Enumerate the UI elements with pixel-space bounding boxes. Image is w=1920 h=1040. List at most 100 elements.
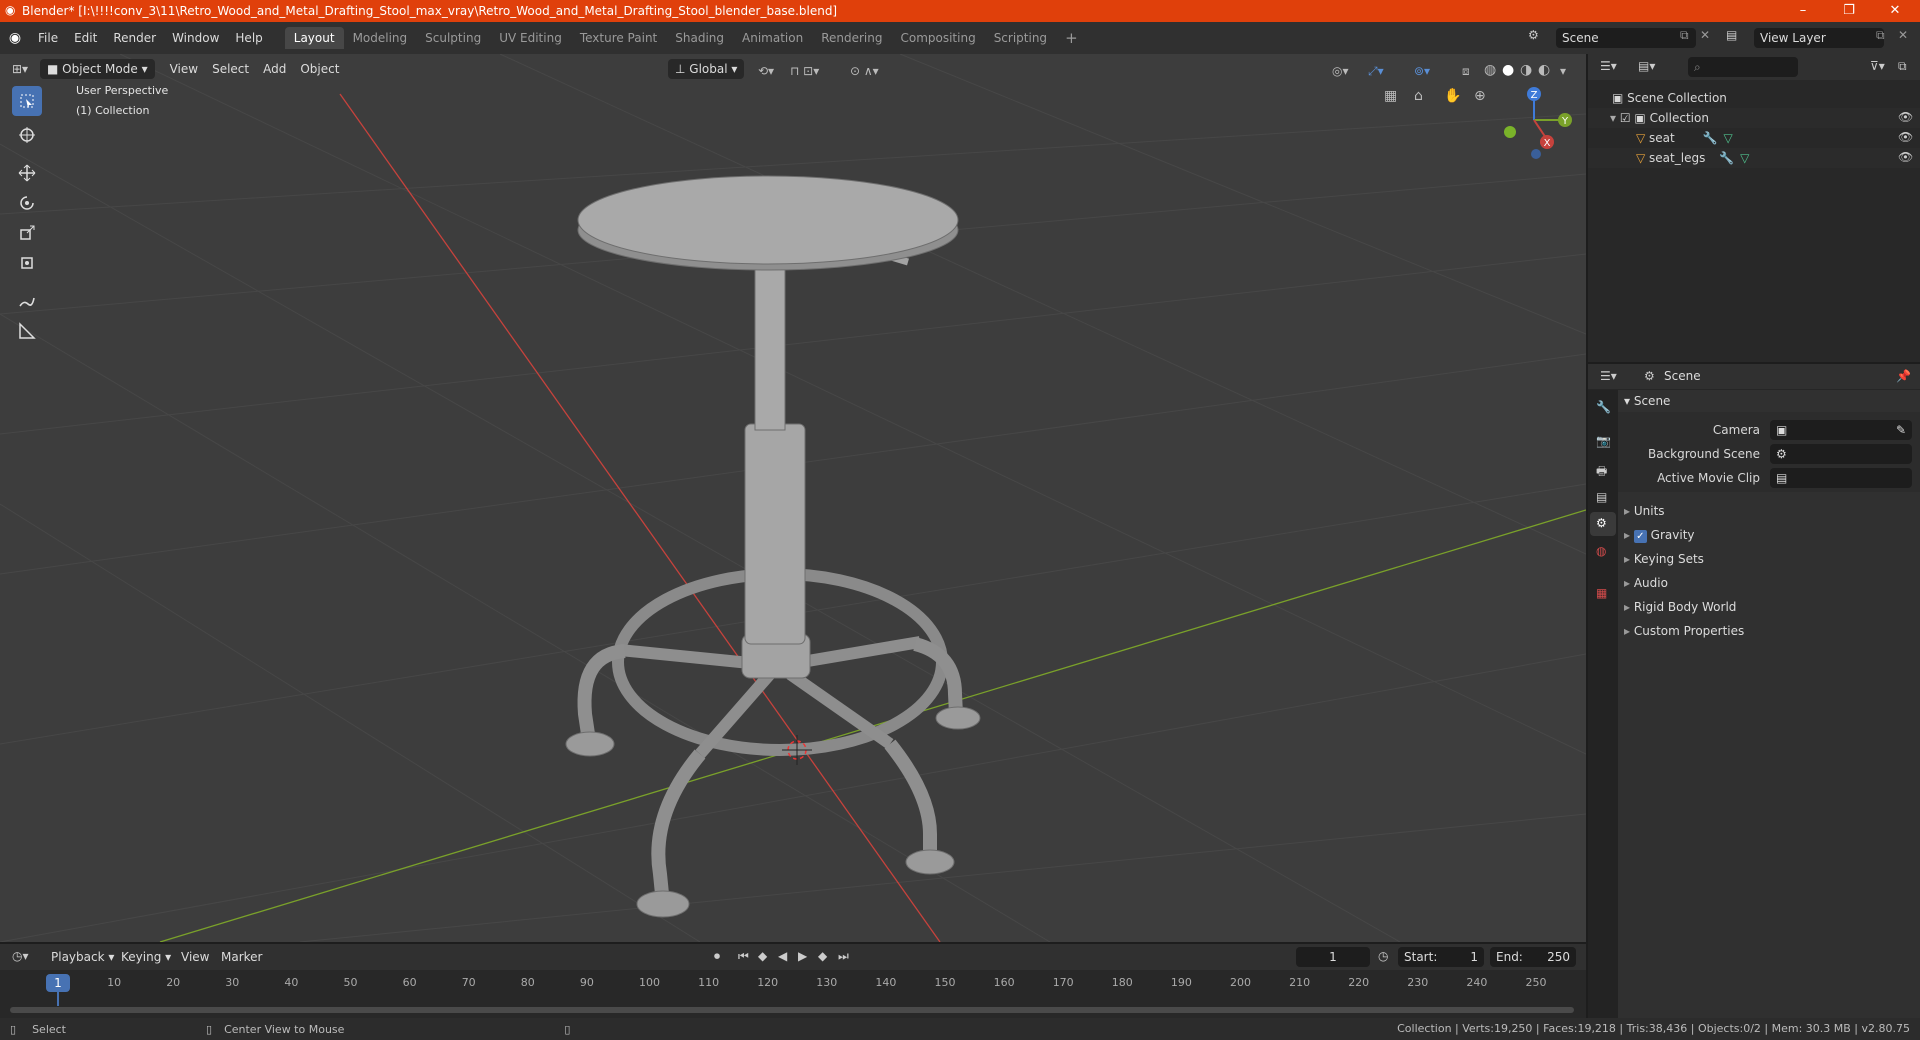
- current-frame-field[interactable]: 1: [1296, 947, 1370, 967]
- shading-solid-icon[interactable]: ●: [1502, 62, 1514, 78]
- minimize-button[interactable]: –: [1780, 0, 1826, 22]
- mode-dropdown[interactable]: ■ Object Mode ▾: [40, 59, 155, 79]
- record-icon[interactable]: ⏺: [714, 949, 720, 964]
- collection-visibility-eye-icon[interactable]: 👁: [1898, 110, 1913, 124]
- add-workspace-icon[interactable]: +: [1056, 27, 1087, 49]
- timeline-scrollbar[interactable]: [10, 1007, 1574, 1013]
- pin-icon[interactable]: 📌: [1896, 369, 1911, 383]
- camera-view-icon[interactable]: ⌂: [1414, 88, 1423, 104]
- timeline-editor-icon[interactable]: ◷▾: [12, 949, 29, 963]
- overlays-icon[interactable]: ⊚▾: [1414, 64, 1430, 78]
- custom-properties-panel-header[interactable]: ▸ Custom Properties: [1618, 620, 1918, 642]
- menu-edit[interactable]: Edit: [66, 27, 105, 49]
- menu-keying[interactable]: Keying ▾: [114, 947, 178, 967]
- output-tab-icon[interactable]: 🖶: [1596, 462, 1607, 483]
- tab-sculpting[interactable]: Sculpting: [416, 27, 490, 49]
- delete-scene-icon[interactable]: ✕: [1700, 28, 1710, 42]
- menu-marker[interactable]: Marker: [214, 947, 269, 967]
- view-layer-selector[interactable]: View Layer: [1754, 28, 1884, 48]
- menu-render[interactable]: Render: [105, 27, 164, 49]
- active-movie-clip-field[interactable]: ▤: [1770, 468, 1912, 488]
- rotate-tool-icon[interactable]: [12, 188, 42, 218]
- menu-select[interactable]: Select: [205, 59, 256, 79]
- properties-editor-icon[interactable]: ☰▾: [1600, 369, 1617, 383]
- gravity-checkbox[interactable]: ✓: [1633, 530, 1647, 543]
- new-scene-icon[interactable]: ⧉: [1680, 28, 1689, 43]
- audio-panel-header[interactable]: ▸ Audio: [1618, 572, 1918, 594]
- outliner-item-collection[interactable]: ▾ ☑ ▣ Collection: [1610, 108, 1709, 128]
- scene-section-header[interactable]: ▾ Scene: [1618, 390, 1918, 412]
- outliner-editor-icon[interactable]: ☰▾: [1600, 59, 1617, 73]
- display-mode-icon[interactable]: ▤▾: [1638, 59, 1655, 73]
- scene-icon[interactable]: ⚙: [1528, 28, 1539, 42]
- gravity-panel-header[interactable]: ▸ ✓ Gravity: [1618, 524, 1918, 546]
- jump-keyframe-back-icon[interactable]: ◆: [758, 949, 767, 963]
- outliner-item-scene-collection[interactable]: ▣ Scene Collection: [1612, 88, 1727, 108]
- tab-modeling[interactable]: Modeling: [344, 27, 417, 49]
- blender-menu-icon[interactable]: ◉: [0, 30, 30, 46]
- shading-material-icon[interactable]: ◑: [1520, 62, 1532, 78]
- tab-scripting[interactable]: Scripting: [985, 27, 1056, 49]
- tab-shading[interactable]: Shading: [666, 27, 733, 49]
- outliner-item-seat[interactable]: ▽ seat 🔧 ▽: [1636, 128, 1733, 148]
- snap-icon[interactable]: ⊓ ⊡▾: [790, 64, 819, 78]
- keying-sets-panel-header[interactable]: ▸ Keying Sets: [1618, 548, 1918, 570]
- tab-layout[interactable]: Layout: [284, 27, 344, 49]
- menu-view[interactable]: View: [174, 947, 216, 967]
- menu-add[interactable]: Add: [256, 59, 293, 79]
- playhead[interactable]: 1: [46, 974, 70, 992]
- units-panel-header[interactable]: ▸ Units: [1618, 500, 1918, 522]
- proportional-edit-icon[interactable]: ⊙ ∧▾: [850, 64, 879, 78]
- view-layer-tab-icon[interactable]: ▤: [1596, 490, 1607, 504]
- texture-tab-icon[interactable]: ▦: [1596, 586, 1607, 600]
- measure-tool-icon[interactable]: [12, 316, 42, 346]
- outliner-search-input[interactable]: ⌕: [1688, 57, 1798, 77]
- view-layer-icon[interactable]: ▤: [1726, 28, 1737, 42]
- maximize-button[interactable]: ❐: [1826, 0, 1872, 22]
- filter-icon[interactable]: ⊽▾: [1870, 59, 1885, 73]
- pivot-point-icon[interactable]: ⟲▾: [758, 64, 774, 78]
- seat-legs-visibility-eye-icon[interactable]: 👁: [1898, 150, 1913, 164]
- move-tool-icon[interactable]: [12, 158, 42, 188]
- tab-uv-editing[interactable]: UV Editing: [490, 27, 571, 49]
- rigid-body-world-panel-header[interactable]: ▸ Rigid Body World: [1618, 596, 1918, 618]
- tab-animation[interactable]: Animation: [733, 27, 812, 49]
- scene-tab-icon[interactable]: ⚙: [1596, 516, 1607, 530]
- shading-options-icon[interactable]: ▾: [1560, 64, 1566, 78]
- new-collection-icon[interactable]: ⧉: [1898, 59, 1907, 74]
- tab-compositing[interactable]: Compositing: [891, 27, 984, 49]
- jump-end-icon[interactable]: ⏭: [838, 949, 849, 964]
- frame-ruler[interactable]: 10 20 30 40 50 60 70 80 90 100 110 120 130 140 150 160 1…: [0, 974, 1586, 994]
- render-tab-icon[interactable]: 📷: [1596, 434, 1611, 448]
- seat-visibility-eye-icon[interactable]: 👁: [1898, 130, 1913, 144]
- world-tab-icon[interactable]: ◍: [1596, 544, 1606, 558]
- camera-field[interactable]: ▣ ✎: [1770, 420, 1912, 440]
- close-button[interactable]: ✕: [1872, 0, 1918, 22]
- shading-wireframe-icon[interactable]: ◍: [1484, 62, 1496, 78]
- zoom-icon[interactable]: ⊕: [1474, 88, 1486, 104]
- xray-icon[interactable]: ⧈: [1462, 64, 1470, 79]
- checkbox-icon[interactable]: ☑: [1620, 111, 1635, 125]
- menu-object[interactable]: Object: [293, 59, 346, 79]
- menu-window[interactable]: Window: [164, 27, 227, 49]
- menu-view[interactable]: View: [163, 59, 205, 79]
- editor-type-icon[interactable]: ⊞▾: [0, 62, 40, 76]
- end-frame-field[interactable]: End: 250: [1490, 947, 1576, 967]
- start-frame-field[interactable]: Start: 1: [1398, 947, 1484, 967]
- toggle-camera-grid-icon[interactable]: ▦: [1384, 88, 1397, 104]
- menu-playback[interactable]: Playback ▾: [44, 947, 121, 967]
- play-reverse-icon[interactable]: ◀: [778, 949, 787, 963]
- clock-icon[interactable]: ◷: [1378, 949, 1388, 963]
- eyedropper-icon[interactable]: ✎: [1896, 420, 1906, 440]
- cursor-tool-icon[interactable]: [12, 120, 42, 150]
- tool-tab-icon[interactable]: 🔧: [1596, 400, 1611, 414]
- background-scene-field[interactable]: ⚙: [1770, 444, 1912, 464]
- scale-tool-icon[interactable]: [12, 218, 42, 248]
- 3d-viewport[interactable]: Z Y X User Perspective (1) Collection ▦ …: [0, 54, 1586, 942]
- jump-keyframe-forward-icon[interactable]: ◆: [818, 949, 827, 963]
- outliner-item-seat-legs[interactable]: ▽ seat_legs 🔧 ▽: [1636, 148, 1749, 168]
- annotate-tool-icon[interactable]: [12, 286, 42, 316]
- tab-rendering[interactable]: Rendering: [812, 27, 891, 49]
- pan-hand-icon[interactable]: ✋: [1444, 88, 1461, 104]
- jump-start-icon[interactable]: ⏮: [738, 949, 749, 964]
